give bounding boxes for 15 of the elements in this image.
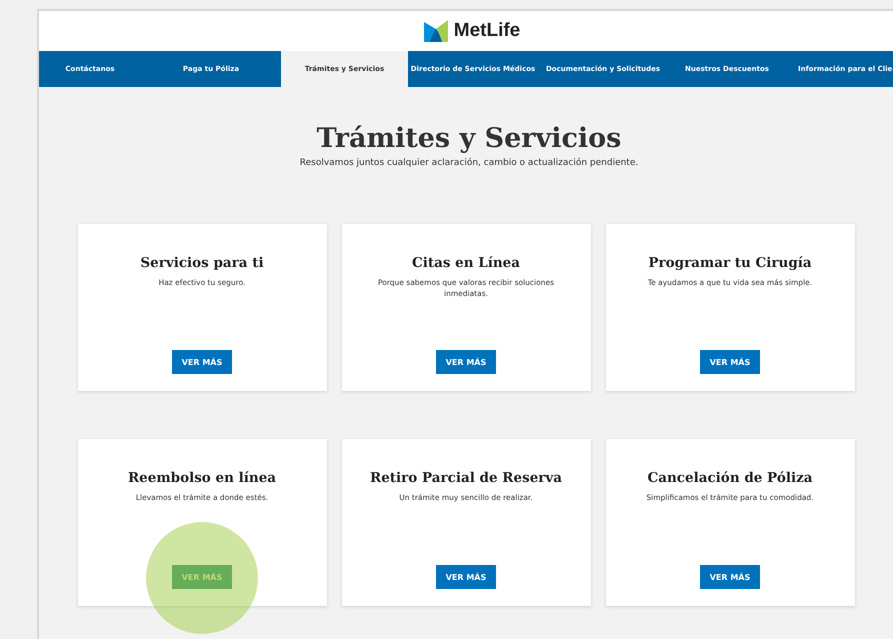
card-title: Retiro Parcial de Reserva: [370, 470, 562, 486]
more-button[interactable]: VER MÁS: [436, 565, 496, 589]
card-title: Citas en Línea: [412, 255, 520, 271]
brand-name: MetLife: [454, 20, 520, 42]
card-title: Cancelación de Póliza: [647, 470, 813, 486]
page-subtitle: Resolvamos juntos cualquier aclaración, cambio o actualización pendiente.: [300, 158, 638, 168]
card-title: Programar tu Cirugía: [648, 255, 812, 271]
more-button[interactable]: VER MÁS: [700, 565, 760, 589]
more-button[interactable]: VER MÁS: [172, 350, 232, 374]
card-title: Reembolso en línea: [128, 470, 276, 486]
more-button[interactable]: VER MÁS: [700, 350, 760, 374]
logo-icon: [424, 20, 448, 42]
page-title: Trámites y Servicios: [316, 123, 622, 154]
card-title: Servicios para ti: [140, 255, 264, 271]
more-button[interactable]: VER MÁS: [436, 350, 496, 374]
